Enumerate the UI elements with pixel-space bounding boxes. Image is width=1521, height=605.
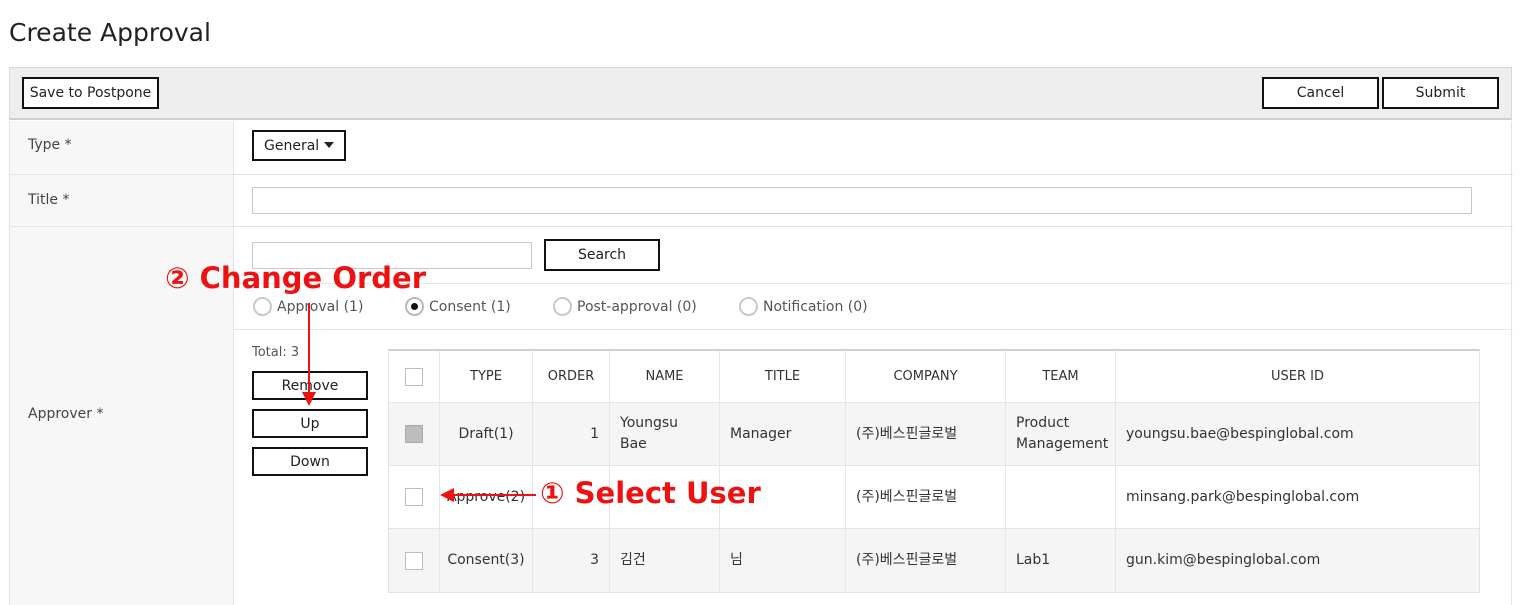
section-divider bbox=[234, 329, 1513, 330]
type-cell: Draft(1) bbox=[440, 403, 533, 465]
title-cell: 님 bbox=[720, 529, 846, 592]
name-cell: 김건 bbox=[610, 529, 720, 592]
team-cell bbox=[1006, 466, 1116, 528]
remove-button[interactable]: Remove bbox=[252, 371, 368, 400]
column-header-team[interactable]: TEAM bbox=[1006, 351, 1116, 402]
column-header-user-id[interactable]: USER ID bbox=[1116, 351, 1479, 402]
down-button[interactable]: Down bbox=[252, 447, 368, 476]
team-cell: Lab1 bbox=[1006, 529, 1116, 592]
action-toolbar: Save to Postpone Cancel Submit bbox=[9, 67, 1512, 120]
company-cell: (주)베스핀글로벌 bbox=[846, 403, 1006, 465]
team-cell: Product Management bbox=[1006, 403, 1116, 465]
column-header-title[interactable]: TITLE bbox=[720, 351, 846, 402]
type-cell: Consent(3) bbox=[440, 529, 533, 592]
table-row[interactable]: Draft(1) 1 Youngsu Bae Manager (주)베스핀글로벌… bbox=[389, 403, 1479, 466]
radio-circle[interactable] bbox=[253, 297, 272, 316]
company-cell: (주)베스핀글로벌 bbox=[846, 466, 1006, 528]
row-checkbox[interactable] bbox=[405, 425, 423, 443]
title-input[interactable] bbox=[252, 187, 1472, 214]
radio-notification[interactable]: Notification (0) bbox=[739, 297, 868, 316]
user-id-cell: minsang.park@bespinglobal.com bbox=[1126, 488, 1360, 505]
radio-circle[interactable] bbox=[739, 297, 758, 316]
save-to-postpone-button[interactable]: Save to Postpone bbox=[22, 77, 159, 109]
row-divider bbox=[10, 174, 1513, 175]
column-header-type[interactable]: TYPE bbox=[440, 351, 533, 402]
radio-post-approval[interactable]: Post-approval (0) bbox=[553, 297, 697, 316]
caret-down-icon bbox=[324, 142, 334, 148]
search-button[interactable]: Search bbox=[544, 239, 660, 271]
approver-label: Approver * bbox=[28, 406, 104, 422]
radio-label: Notification (0) bbox=[763, 298, 868, 315]
user-id-cell: youngsu.bae@bespinglobal.com bbox=[1126, 425, 1354, 442]
select-all-checkbox[interactable] bbox=[405, 367, 423, 386]
column-header-name[interactable]: NAME bbox=[610, 351, 720, 402]
title-cell: Manager bbox=[720, 403, 846, 465]
approver-table: TYPE ORDER NAME TITLE COMPANY TEAM USER … bbox=[388, 349, 1480, 593]
up-button[interactable]: Up bbox=[252, 409, 368, 438]
user-id-cell: gun.kim@bespinglobal.com bbox=[1126, 552, 1321, 568]
type-select-value: General bbox=[264, 137, 320, 154]
column-header-order[interactable]: ORDER bbox=[533, 351, 610, 402]
cancel-button[interactable]: Cancel bbox=[1262, 77, 1379, 109]
type-cell: Approve(2) bbox=[440, 466, 533, 528]
radio-label: Post-approval (0) bbox=[577, 298, 697, 315]
company-cell: (주)베스핀글로벌 bbox=[846, 529, 1006, 592]
radio-approval[interactable]: Approval (1) bbox=[253, 297, 363, 316]
row-checkbox[interactable] bbox=[405, 488, 423, 506]
table-header-row: TYPE ORDER NAME TITLE COMPANY TEAM USER … bbox=[389, 351, 1479, 403]
page-title: Create Approval bbox=[9, 18, 211, 47]
total-count: Total: 3 bbox=[252, 345, 300, 360]
approval-form: Type * General Title * Approver * Search… bbox=[9, 121, 1513, 605]
column-header-company[interactable]: COMPANY bbox=[846, 351, 1006, 402]
name-cell: Youngsu Bae bbox=[610, 403, 720, 465]
row-checkbox[interactable] bbox=[405, 551, 423, 570]
radio-label: Consent (1) bbox=[429, 298, 511, 315]
radio-label: Approval (1) bbox=[277, 298, 364, 315]
submit-button[interactable]: Submit bbox=[1382, 77, 1499, 109]
radio-circle-selected[interactable] bbox=[405, 297, 424, 316]
radio-consent[interactable]: Consent (1) bbox=[405, 297, 511, 316]
order-cell: 1 bbox=[533, 403, 610, 465]
type-select[interactable]: General bbox=[252, 130, 346, 161]
table-row[interactable]: Consent(3) 3 김건 님 (주)베스핀글로벌 Lab1 gun.kim… bbox=[389, 529, 1479, 592]
radio-circle[interactable] bbox=[553, 297, 572, 316]
order-cell: 3 bbox=[533, 529, 610, 592]
row-divider bbox=[10, 226, 1513, 227]
select-user-annotation: ① Select User bbox=[540, 476, 761, 510]
change-order-annotation: ② Change Order bbox=[165, 261, 426, 295]
type-label: Type * bbox=[28, 137, 72, 153]
title-label: Title * bbox=[28, 192, 70, 208]
